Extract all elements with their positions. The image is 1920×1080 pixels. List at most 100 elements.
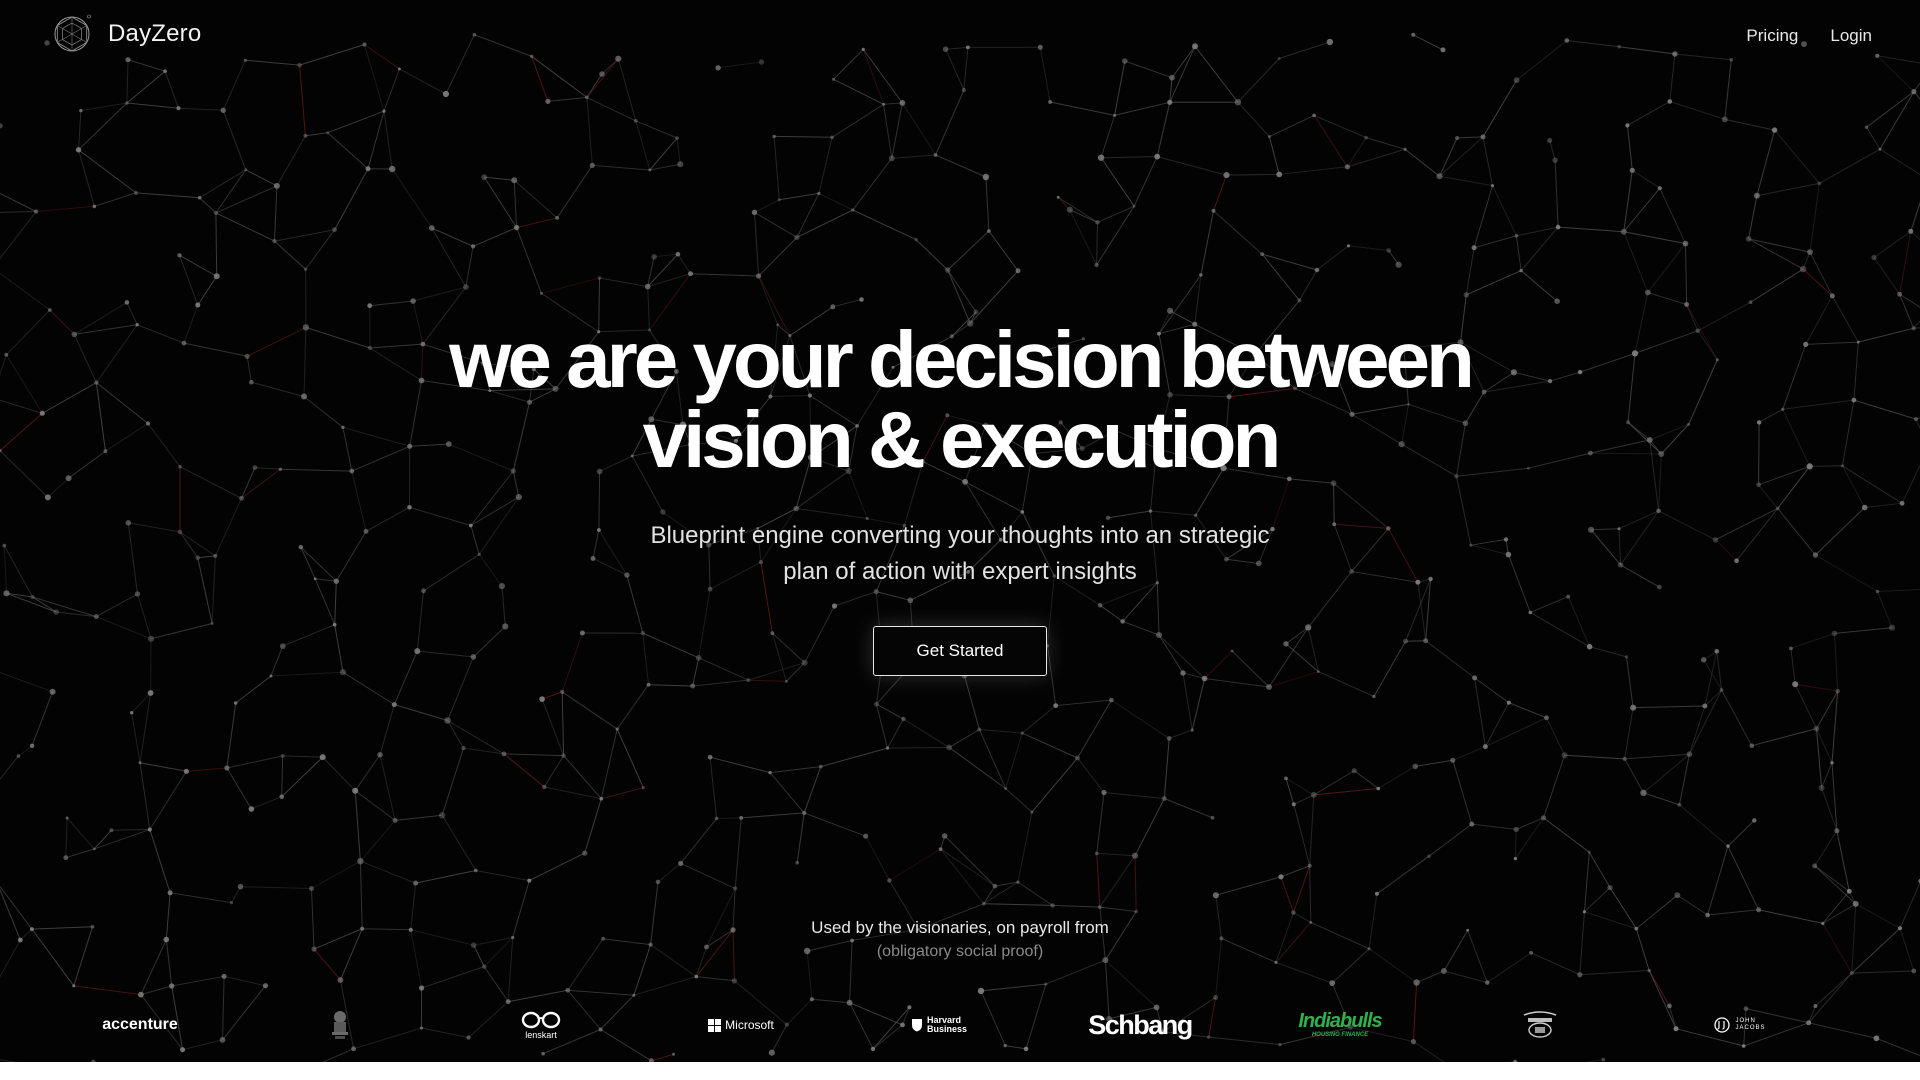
network-edge (709, 756, 771, 774)
network-node (768, 1049, 775, 1056)
hero-headline-line-2: vision & execution (642, 395, 1282, 484)
network-node (615, 727, 619, 731)
network-node (1097, 154, 1105, 161)
network-edge (1348, 245, 1389, 251)
network-edge (592, 164, 650, 171)
network-node (1372, 694, 1376, 699)
network-node (1004, 787, 1008, 790)
network-node (125, 101, 129, 105)
network-edge (342, 671, 395, 706)
network-edge (1005, 788, 1033, 813)
network-edge (616, 728, 644, 788)
network-edge (891, 154, 936, 159)
network-edge (1707, 845, 1729, 916)
network-edge (651, 1053, 674, 1062)
network-edge (1727, 845, 1760, 911)
network-node (1436, 173, 1443, 180)
network-node (1455, 135, 1460, 141)
network-edge (1057, 196, 1098, 223)
network-edge (391, 168, 433, 229)
top-bar: DayZero Pricing Login (0, 0, 1920, 72)
network-edge (1554, 160, 1559, 228)
network-node (678, 860, 684, 867)
network-node (582, 850, 588, 856)
network-edge (1819, 148, 1881, 184)
network-edge (748, 679, 787, 682)
network-node (751, 209, 758, 215)
network-node (1629, 167, 1635, 173)
network-edge (1376, 855, 1430, 895)
network-edge (78, 149, 95, 207)
network-node (392, 817, 398, 823)
network-edge (1913, 91, 1920, 100)
network-edge (657, 863, 682, 883)
network-node (352, 787, 359, 794)
network-edge (647, 256, 655, 287)
bottom-strip (0, 1062, 1920, 1080)
network-edge (1584, 887, 1611, 913)
network-edge (78, 149, 137, 194)
network-node (1329, 980, 1336, 986)
network-edge (980, 983, 1046, 992)
network-edge (322, 1048, 354, 1062)
network-node (34, 209, 39, 214)
jj-monogram-icon (1714, 1017, 1731, 1033)
network-node (176, 106, 181, 111)
network-edge (1261, 253, 1318, 271)
get-started-button[interactable]: Get Started (873, 626, 1047, 676)
accenture-logo: accenture (100, 1005, 180, 1045)
network-edge (543, 755, 565, 788)
network-node (1211, 208, 1216, 213)
network-edge (1623, 231, 1649, 293)
network-edge (935, 89, 965, 156)
network-edge (1378, 765, 1416, 789)
network-node (644, 283, 651, 290)
network-edge (1677, 894, 1708, 916)
network-node (133, 190, 139, 195)
network-edge (1750, 268, 1804, 303)
network-node (1284, 776, 1288, 781)
brand[interactable]: DayZero (52, 14, 201, 54)
network-node (1346, 244, 1351, 248)
network-edge (1482, 136, 1493, 186)
network-node (817, 191, 821, 195)
network-edge (1096, 205, 1135, 266)
network-edge (1134, 855, 1137, 912)
network-edge (274, 229, 335, 242)
network-node (1312, 113, 1316, 118)
network-node (675, 251, 681, 257)
network-edge (599, 277, 648, 288)
network-node (303, 133, 308, 138)
network-edge (635, 120, 678, 139)
network-node (169, 983, 175, 989)
network-node (1374, 891, 1379, 896)
network-edge (758, 237, 798, 277)
social-proof-subtitle: (obligatory social proof) (876, 943, 1044, 960)
network-edge (1815, 972, 1853, 1007)
network-edge (677, 253, 691, 274)
network-edge (126, 102, 179, 109)
jack-daniels-label-icon (1523, 1011, 1557, 1038)
network-edge (475, 870, 530, 882)
network-edge (178, 107, 224, 111)
network-node (831, 77, 836, 81)
network-node (1640, 789, 1647, 796)
network-node (561, 753, 566, 758)
network-node (809, 997, 814, 1002)
network-node (130, 711, 134, 715)
network-node (1450, 757, 1456, 763)
network-node (1291, 910, 1296, 915)
network-node (977, 727, 982, 732)
network-node (1752, 818, 1757, 823)
network-edge (1546, 717, 1566, 756)
network-node (1625, 123, 1630, 128)
network-edge (1814, 865, 1850, 892)
network-node (272, 238, 277, 244)
network-node (1830, 761, 1834, 765)
network-node (541, 1051, 545, 1056)
nav-pricing-link[interactable]: Pricing (1746, 26, 1798, 46)
network-edge (1269, 114, 1315, 138)
network-edge (1169, 729, 1193, 739)
network-edge (431, 227, 474, 247)
nav-login-link[interactable]: Login (1830, 26, 1872, 46)
